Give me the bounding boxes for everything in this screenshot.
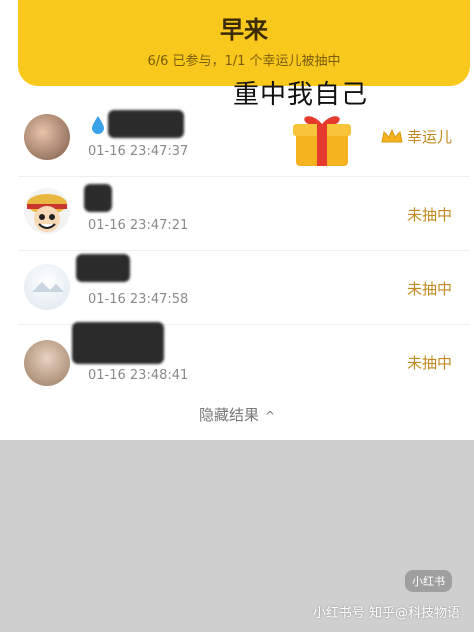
join-time: 01-16 23:47:21 [88,218,189,233]
crown-icon [381,128,403,143]
list-item[interactable]: 01-16 23:48:41 未抽中 [18,322,470,394]
join-time: 01-16 23:48:41 [88,368,189,383]
hide-results-label: 隐藏结果 [198,406,259,424]
chevron-up-icon: ^ [264,409,276,423]
join-time: 01-16 23:47:37 [88,144,189,159]
status-label: 未抽中 [406,280,452,298]
join-time: 01-16 23:47:58 [88,292,189,307]
list-item[interactable]: 01-16 23:47:58 未抽中 [18,250,470,325]
bottom-area: 小红书 小红书号 知乎@科技物语 [0,440,474,632]
redacted-name [108,110,184,138]
redacted-name [72,322,164,364]
hide-results-button[interactable]: 隐藏结果 ^ [0,404,474,425]
avatar [24,340,70,386]
redacted-name [76,254,130,282]
avatar [24,188,70,234]
status-label: 幸运儿 [406,128,452,146]
avatar [24,114,70,160]
result-list: 01-16 23:47:37 幸运儿 01-16 23:47:21 未抽中 01… [0,102,474,394]
list-item[interactable]: 01-16 23:47:37 幸运儿 [18,102,470,177]
page-title: 早来 [220,16,268,44]
status-lucky: 幸运儿 [381,126,452,147]
status-label: 未抽中 [406,354,452,372]
redacted-name [84,184,112,212]
participation-summary: 6/6 已参与，1/1 个幸运儿被抽中 [147,54,341,69]
avatar [24,264,70,310]
list-item[interactable]: 01-16 23:47:21 未抽中 [18,176,470,251]
status-label: 未抽中 [406,206,452,224]
water-drop-icon [92,116,104,134]
watermark-text: 小红书号 知乎@科技物语 [312,606,460,621]
platform-badge: 小红书 [405,570,452,592]
